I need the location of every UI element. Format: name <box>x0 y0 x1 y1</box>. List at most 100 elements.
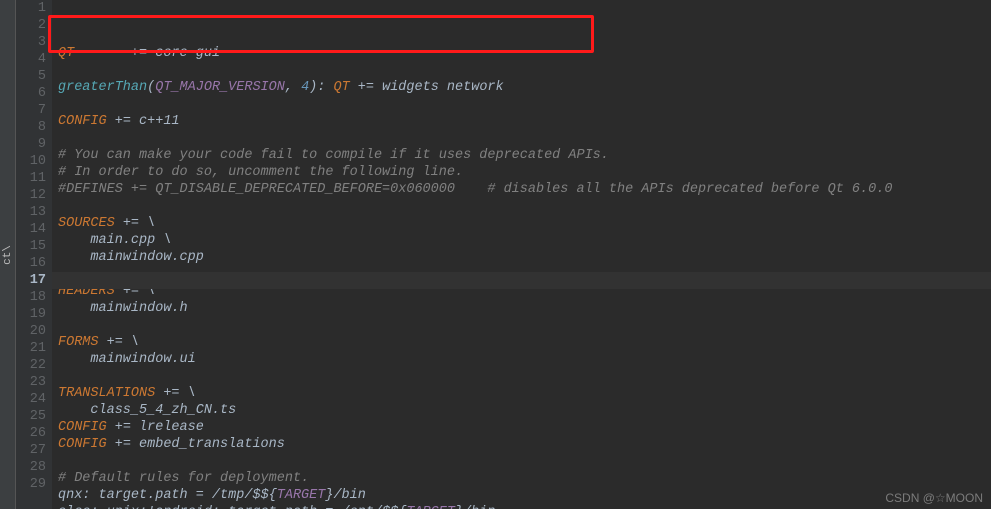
line-number[interactable]: 8 <box>16 119 46 136</box>
code-token: += <box>163 386 179 401</box>
code-token: class_5_4_zh_CN.ts <box>58 403 236 418</box>
code-line[interactable]: mainwindow.ui <box>58 351 991 368</box>
code-token: QT_MAJOR_VERSION <box>155 80 285 95</box>
code-token <box>74 46 131 61</box>
code-area[interactable]: QT += core gui greaterThan(QT_MAJOR_VERSI… <box>52 0 991 509</box>
code-line[interactable] <box>58 453 991 470</box>
left-tool-strip[interactable]: ct\ <box>0 0 16 509</box>
line-number[interactable]: 7 <box>16 102 46 119</box>
code-line[interactable]: CONFIG += lrelease <box>58 419 991 436</box>
code-line[interactable]: # Default rules for deployment. <box>58 470 991 487</box>
code-token: 4 <box>301 80 309 95</box>
code-token: c++11 <box>131 114 180 129</box>
code-token: core gui <box>147 46 220 61</box>
code-line[interactable]: SOURCES += \ <box>58 215 991 232</box>
code-token: \ <box>123 335 139 350</box>
code-line[interactable]: greaterThan(QT_MAJOR_VERSION, 4): QT += … <box>58 79 991 96</box>
code-token: #DEFINES += QT_DISABLE_DEPRECATED_BEFORE… <box>58 182 892 197</box>
code-line[interactable]: # In order to do so, uncomment the follo… <box>58 164 991 181</box>
line-number[interactable]: 10 <box>16 153 46 170</box>
line-number[interactable]: 28 <box>16 459 46 476</box>
code-token: += <box>123 216 139 231</box>
code-line[interactable]: qnx: target.path = /tmp/$${TARGET}/bin <box>58 487 991 504</box>
code-line[interactable]: CONFIG += embed_translations <box>58 436 991 453</box>
code-token: CONFIG <box>58 114 107 129</box>
code-token: ): <box>309 80 333 95</box>
line-number[interactable]: 13 <box>16 204 46 221</box>
code-token: += <box>107 335 123 350</box>
code-token: mainwindow.h <box>58 301 188 316</box>
line-number[interactable]: 9 <box>16 136 46 153</box>
line-number[interactable]: 25 <box>16 408 46 425</box>
line-number[interactable]: 6 <box>16 85 46 102</box>
code-token: TARGET <box>277 488 326 503</box>
line-number[interactable]: 26 <box>16 425 46 442</box>
code-token: \ <box>139 216 155 231</box>
code-line[interactable] <box>58 130 991 147</box>
code-token: CONFIG <box>58 420 107 435</box>
code-line[interactable] <box>58 317 991 334</box>
code-token: # Default rules for deployment. <box>58 471 309 486</box>
code-token <box>99 335 107 350</box>
line-number[interactable]: 29 <box>16 476 46 493</box>
code-line[interactable]: main.cpp \ <box>58 232 991 249</box>
code-token: += <box>131 46 147 61</box>
code-line[interactable] <box>58 198 991 215</box>
code-token: QT <box>333 80 349 95</box>
line-number[interactable]: 20 <box>16 323 46 340</box>
code-token: TRANSLATIONS <box>58 386 155 401</box>
line-number[interactable]: 12 <box>16 187 46 204</box>
code-editor[interactable]: 1234567891011121314151617181920212223242… <box>16 0 991 509</box>
code-token: FORMS <box>58 335 99 350</box>
code-token: else: unix:!android: target.path = /opt/… <box>58 505 406 509</box>
line-number[interactable]: 19 <box>16 306 46 323</box>
line-number[interactable]: 11 <box>16 170 46 187</box>
code-line[interactable]: mainwindow.cpp <box>58 249 991 266</box>
code-token <box>107 437 115 452</box>
line-number[interactable]: 3 <box>16 34 46 51</box>
line-number[interactable]: 23 <box>16 374 46 391</box>
line-number[interactable]: 17 <box>16 272 46 289</box>
code-line[interactable]: class_5_4_zh_CN.ts <box>58 402 991 419</box>
line-number[interactable]: 18 <box>16 289 46 306</box>
line-number[interactable]: 1 <box>16 0 46 17</box>
code-token: qnx: target.path = /tmp/$${ <box>58 488 277 503</box>
current-line-highlight <box>52 272 991 289</box>
code-line[interactable]: QT += core gui <box>58 45 991 62</box>
line-number[interactable]: 27 <box>16 442 46 459</box>
code-token: }/bin <box>325 488 366 503</box>
code-line[interactable]: CONFIG += c++11 <box>58 113 991 130</box>
code-token: += <box>115 437 131 452</box>
code-line[interactable] <box>58 62 991 79</box>
code-token: += <box>115 114 131 129</box>
code-token: greaterThan <box>58 80 147 95</box>
code-token: TARGET <box>406 505 455 509</box>
code-line[interactable]: TRANSLATIONS += \ <box>58 385 991 402</box>
code-line[interactable]: #DEFINES += QT_DISABLE_DEPRECATED_BEFORE… <box>58 181 991 198</box>
line-number-gutter[interactable]: 1234567891011121314151617181920212223242… <box>16 0 52 509</box>
code-token: # In order to do so, uncomment the follo… <box>58 165 463 180</box>
line-number[interactable]: 16 <box>16 255 46 272</box>
code-line[interactable] <box>58 96 991 113</box>
code-line[interactable]: mainwindow.h <box>58 300 991 317</box>
line-number[interactable]: 2 <box>16 17 46 34</box>
code-token: mainwindow.cpp <box>58 250 204 265</box>
code-token: embed_translations <box>131 437 285 452</box>
code-token: mainwindow.ui <box>58 352 196 367</box>
code-line[interactable]: else: unix:!android: target.path = /opt/… <box>58 504 991 509</box>
line-number[interactable]: 22 <box>16 357 46 374</box>
line-number[interactable]: 21 <box>16 340 46 357</box>
line-number[interactable]: 24 <box>16 391 46 408</box>
code-token: # You can make your code fail to compile… <box>58 148 609 163</box>
code-token: CONFIG <box>58 437 107 452</box>
code-token: lrelease <box>131 420 204 435</box>
code-line[interactable] <box>58 368 991 385</box>
code-token <box>350 80 358 95</box>
code-line[interactable]: FORMS += \ <box>58 334 991 351</box>
line-number[interactable]: 5 <box>16 68 46 85</box>
code-token: , <box>285 80 301 95</box>
line-number[interactable]: 4 <box>16 51 46 68</box>
line-number[interactable]: 15 <box>16 238 46 255</box>
line-number[interactable]: 14 <box>16 221 46 238</box>
code-line[interactable]: # You can make your code fail to compile… <box>58 147 991 164</box>
